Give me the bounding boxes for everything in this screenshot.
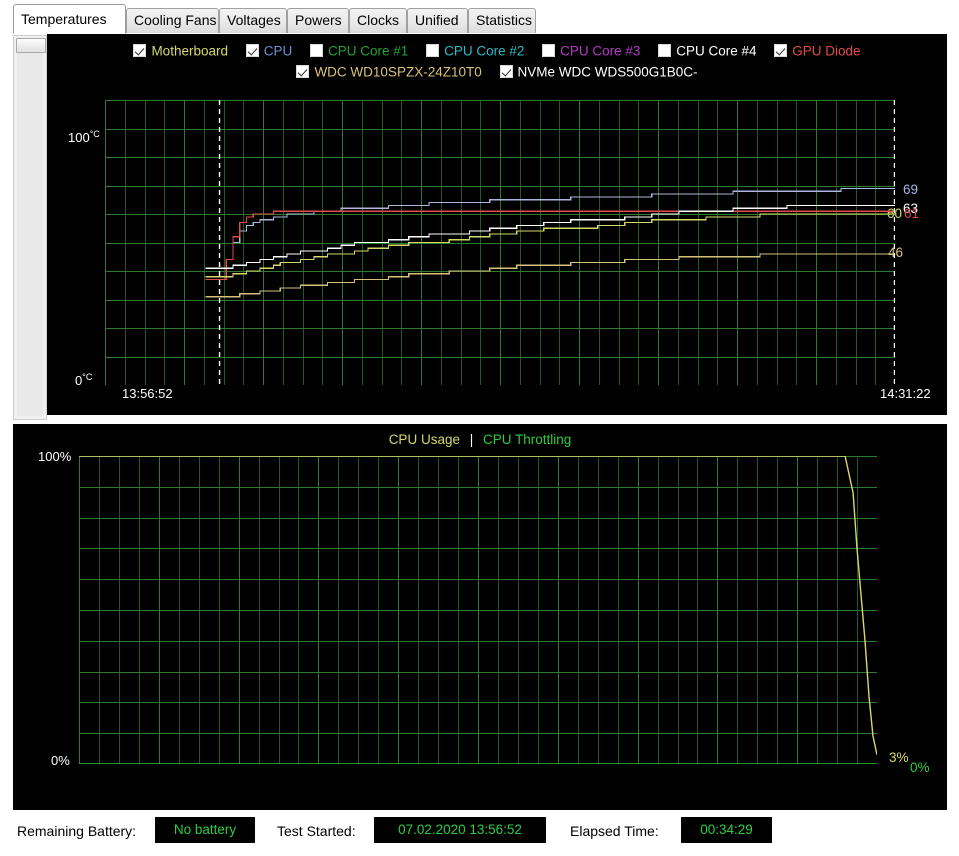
checkbox-icon[interactable]: [499, 64, 513, 78]
usage-chart-title: CPU Usage | CPU Throttling: [13, 432, 947, 447]
checkbox-icon[interactable]: [426, 44, 440, 58]
tab-temperatures[interactable]: Temperatures: [13, 4, 126, 34]
legend-item-nvme-ssd[interactable]: NVMe WDC WDS500G1B0C-: [499, 62, 698, 82]
usage-chart-panel: CPU Usage | CPU Throttling 100% 0% 3% 0%: [13, 424, 947, 810]
legend-item-cpu-core-3[interactable]: CPU Core #3: [542, 41, 640, 61]
legend-item-gpu-diode[interactable]: GPU Diode: [774, 41, 861, 61]
legend-item-cpu[interactable]: CPU: [245, 41, 293, 61]
usage-y-axis-bottom-label: 0%: [51, 753, 70, 768]
remaining-battery-label: Remaining Battery:: [17, 823, 137, 839]
checkbox-icon[interactable]: [133, 44, 147, 58]
legend-item-cpu-core-2[interactable]: CPU Core #2: [426, 41, 524, 61]
y-axis-bottom-label: 0°C: [75, 372, 93, 388]
checkbox-icon[interactable]: [310, 44, 324, 58]
tab-statistics[interactable]: Statistics: [468, 8, 536, 33]
legend-item-cpu-core-1[interactable]: CPU Core #1: [310, 41, 408, 61]
endvalue-gpu-diode: 61: [904, 206, 920, 221]
scrollbar-track[interactable]: [17, 39, 43, 416]
tab-powers[interactable]: Powers: [287, 8, 349, 33]
legend-label: CPU: [263, 43, 293, 59]
checkbox-icon[interactable]: [774, 44, 788, 58]
y-axis-top-label: 100°C: [68, 129, 100, 145]
legend-item-cpu-core-4[interactable]: CPU Core #4: [658, 41, 757, 61]
application-window: Temperatures Cooling Fans Voltages Power…: [0, 0, 959, 856]
legend-label: Motherboard: [151, 43, 228, 59]
title-cpu-usage: CPU Usage: [388, 432, 460, 447]
tab-cooling-fans[interactable]: Cooling Fans: [126, 8, 219, 33]
legend-label: CPU Core #1: [328, 43, 409, 59]
tab-voltages[interactable]: Voltages: [219, 8, 287, 33]
legend-item-motherboard[interactable]: Motherboard: [133, 41, 228, 61]
legend-label: CPU Core #4: [676, 43, 757, 59]
checkbox-icon[interactable]: [296, 64, 310, 78]
title-cpu-throttling: CPU Throttling: [483, 432, 572, 447]
tab-unified[interactable]: Unified: [407, 8, 468, 33]
checkbox-icon[interactable]: [542, 44, 556, 58]
vertical-scrollbar[interactable]: [13, 35, 47, 420]
legend-label: WDC WD10SPZX-24Z10T0: [314, 64, 482, 80]
legend-label: CPU Core #3: [560, 43, 641, 59]
temperature-plot-area: [105, 100, 895, 385]
remaining-battery-value: No battery: [155, 817, 255, 843]
test-started-value: 07.02.2020 13:56:52: [374, 817, 546, 843]
usage-y-axis-top-label: 100%: [38, 449, 72, 464]
title-separator: |: [469, 432, 474, 447]
legend-label: NVMe WDC WDS500G1B0C-: [517, 64, 698, 80]
checkbox-icon[interactable]: [658, 44, 672, 58]
legend-label: CPU Core #2: [444, 43, 525, 59]
tab-clocks[interactable]: Clocks: [349, 8, 407, 33]
endvalue-cpu-usage: 3%: [889, 750, 909, 765]
x-axis-end-time: 14:31:22: [880, 386, 931, 401]
status-bar: Remaining Battery: No battery Test Start…: [0, 812, 959, 856]
test-started-label: Test Started:: [277, 823, 356, 839]
elapsed-time-value: 00:34:29: [681, 817, 772, 843]
x-axis-start-time: 13:56:52: [122, 386, 173, 401]
temperature-chart-panel: Motherboard CPU CPU Core #1 CPU Core #2 …: [47, 34, 947, 415]
endvalue-cpu-throttling: 0%: [910, 760, 930, 775]
legend-row-2: WDC WD10SPZX-24Z10T0 NVMe WDC WDS500G1B0…: [47, 62, 947, 83]
tab-strip: Temperatures Cooling Fans Voltages Power…: [0, 0, 959, 34]
scrollbar-thumb[interactable]: [16, 38, 46, 53]
temperature-chart-legend: Motherboard CPU CPU Core #1 CPU Core #2 …: [47, 34, 947, 82]
usage-plot-area: [79, 456, 877, 764]
legend-label: GPU Diode: [792, 43, 861, 59]
legend-row-1: Motherboard CPU CPU Core #1 CPU Core #2 …: [47, 41, 947, 62]
legend-item-wdc-hdd[interactable]: WDC WD10SPZX-24Z10T0: [296, 62, 482, 82]
elapsed-time-label: Elapsed Time:: [570, 823, 659, 839]
checkbox-icon[interactable]: [245, 44, 259, 58]
endvalue-cpu: 69: [903, 182, 919, 197]
